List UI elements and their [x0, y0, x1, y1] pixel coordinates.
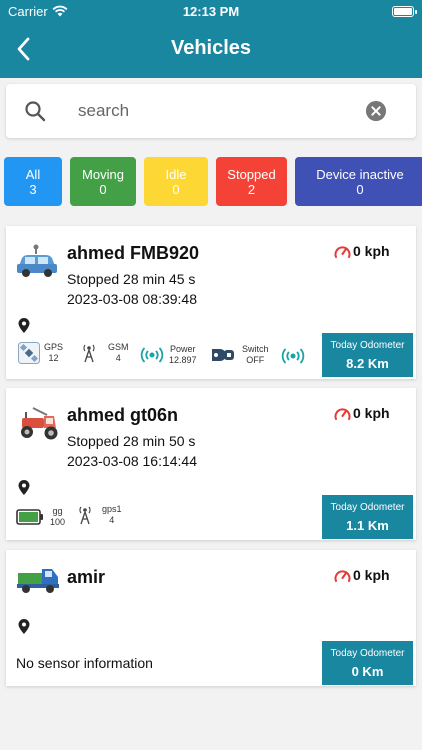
today-odometer: Today Odometer 8.2 Km [322, 333, 413, 377]
tractor-icon [21, 407, 58, 440]
today-odometer: Today Odometer 0 Km [322, 641, 413, 685]
filter-device-inactive[interactable]: Device inactive 0 [295, 157, 422, 206]
odometer-label: Today Odometer [330, 340, 405, 351]
plug-icon [212, 349, 234, 361]
sensor-gps: GPS 12 [18, 342, 63, 364]
car-icon [17, 244, 57, 277]
vehicle-card[interactable]: ahmed FMB920 0 kph Stopped 28 min 45 s 2… [6, 226, 416, 379]
filter-idle[interactable]: Idle 0 [144, 157, 208, 206]
speedometer-icon [334, 408, 351, 420]
page-title: Vehicles [170, 37, 252, 59]
vehicle-card[interactable]: amir 0 kph No sensor information Today O… [6, 550, 416, 686]
vehicle-name: amir [67, 567, 106, 587]
sensor-name: GPS [44, 342, 64, 352]
location-pin-icon [18, 480, 30, 495]
vehicle-status: Stopped 28 min 45 s [67, 271, 196, 287]
signal-waves-icon [140, 347, 164, 363]
odometer-value: 8.2 Km [346, 356, 389, 371]
vehicle-status: Stopped 28 min 50 s [67, 433, 196, 449]
vehicle-datetime: 2023-03-08 16:14:44 [67, 453, 197, 469]
vehicle-speed: 0 kph [334, 405, 390, 421]
odometer-value: 1.1 Km [346, 518, 389, 533]
vehicle-datetime: 2023-03-08 08:39:48 [67, 291, 197, 307]
filter-count: 0 [172, 182, 180, 197]
antenna-icon [79, 506, 91, 525]
vehicle-card[interactable]: ahmed gt06n 0 kph Stopped 28 min 50 s 20… [6, 388, 416, 540]
signal-waves-icon [281, 348, 305, 364]
odometer-value: 0 Km [351, 664, 384, 679]
speed-value: 0 kph [353, 405, 390, 421]
vehicle-speed: 0 kph [334, 567, 390, 583]
odometer-label: Today Odometer [330, 502, 405, 513]
location-pin-icon [18, 318, 30, 333]
speed-value: 0 kph [353, 243, 390, 259]
antenna-icon [83, 344, 95, 363]
filter-label: All [25, 167, 41, 182]
speed-value: 0 kph [353, 567, 390, 583]
vehicle-name: ahmed gt06n [67, 405, 179, 425]
search-input[interactable] [78, 98, 358, 124]
location-pin-icon [18, 619, 30, 634]
satellite-icon [18, 342, 40, 364]
sensor-value: 12.897 [169, 355, 197, 365]
no-sensor-info: No sensor information [16, 655, 153, 671]
status-filter-bar: All 3 Moving 0 Idle 0 Stopped 2 Device i… [4, 157, 422, 206]
vehicle-name: ahmed FMB920 [67, 243, 200, 263]
sensor-name: Switch [242, 344, 269, 354]
sensor-name: GSM [108, 342, 129, 352]
filter-label: Idle [165, 167, 187, 182]
sensor-value: 4 [115, 353, 121, 363]
sensor-name: Power [170, 344, 196, 354]
sensor-value: OFF [246, 355, 265, 365]
filter-count: 2 [247, 182, 256, 197]
sensor-switch: Switch OFF [210, 344, 269, 366]
battery-full-icon [16, 509, 43, 525]
speedometer-icon [334, 246, 351, 258]
sensor-value: 12 [48, 353, 59, 363]
sensor-value: 4 [109, 515, 115, 525]
sensor-gps1: gps1 4 [78, 504, 122, 526]
filter-label: Stopped [227, 167, 276, 182]
filter-all[interactable]: All 3 [4, 157, 62, 206]
sensor-value: 100 [50, 517, 66, 527]
search-icon [25, 101, 46, 122]
sensor-battery: gg 100 [16, 506, 65, 528]
filter-count: 3 [29, 182, 37, 197]
search-bar [6, 84, 416, 138]
filter-count: 0 [356, 182, 364, 197]
filter-count: 0 [99, 182, 107, 197]
speedometer-icon [334, 570, 351, 582]
sensor-power: Power 12.897 [139, 344, 197, 366]
status-time: 12:13 PM [182, 4, 240, 19]
app-header: Carrier 12:13 PM Vehicles [0, 0, 422, 78]
status-bar: Carrier 12:13 PM [0, 3, 422, 21]
odometer-label: Today Odometer [330, 648, 405, 659]
vehicle-speed: 0 kph [334, 243, 390, 259]
clear-search-icon[interactable] [366, 101, 386, 121]
filter-moving[interactable]: Moving 0 [70, 157, 136, 206]
filter-label: Device inactive [316, 167, 404, 182]
battery-icon [392, 6, 417, 17]
filter-label: Moving [82, 167, 124, 182]
sensor-name: gg [52, 506, 63, 516]
sensor-name: gps1 [102, 504, 122, 514]
truck-icon [17, 569, 59, 593]
filter-stopped[interactable]: Stopped 2 [216, 157, 287, 206]
sensor-gsm: GSM 4 [82, 342, 129, 364]
today-odometer: Today Odometer 1.1 Km [322, 495, 413, 539]
